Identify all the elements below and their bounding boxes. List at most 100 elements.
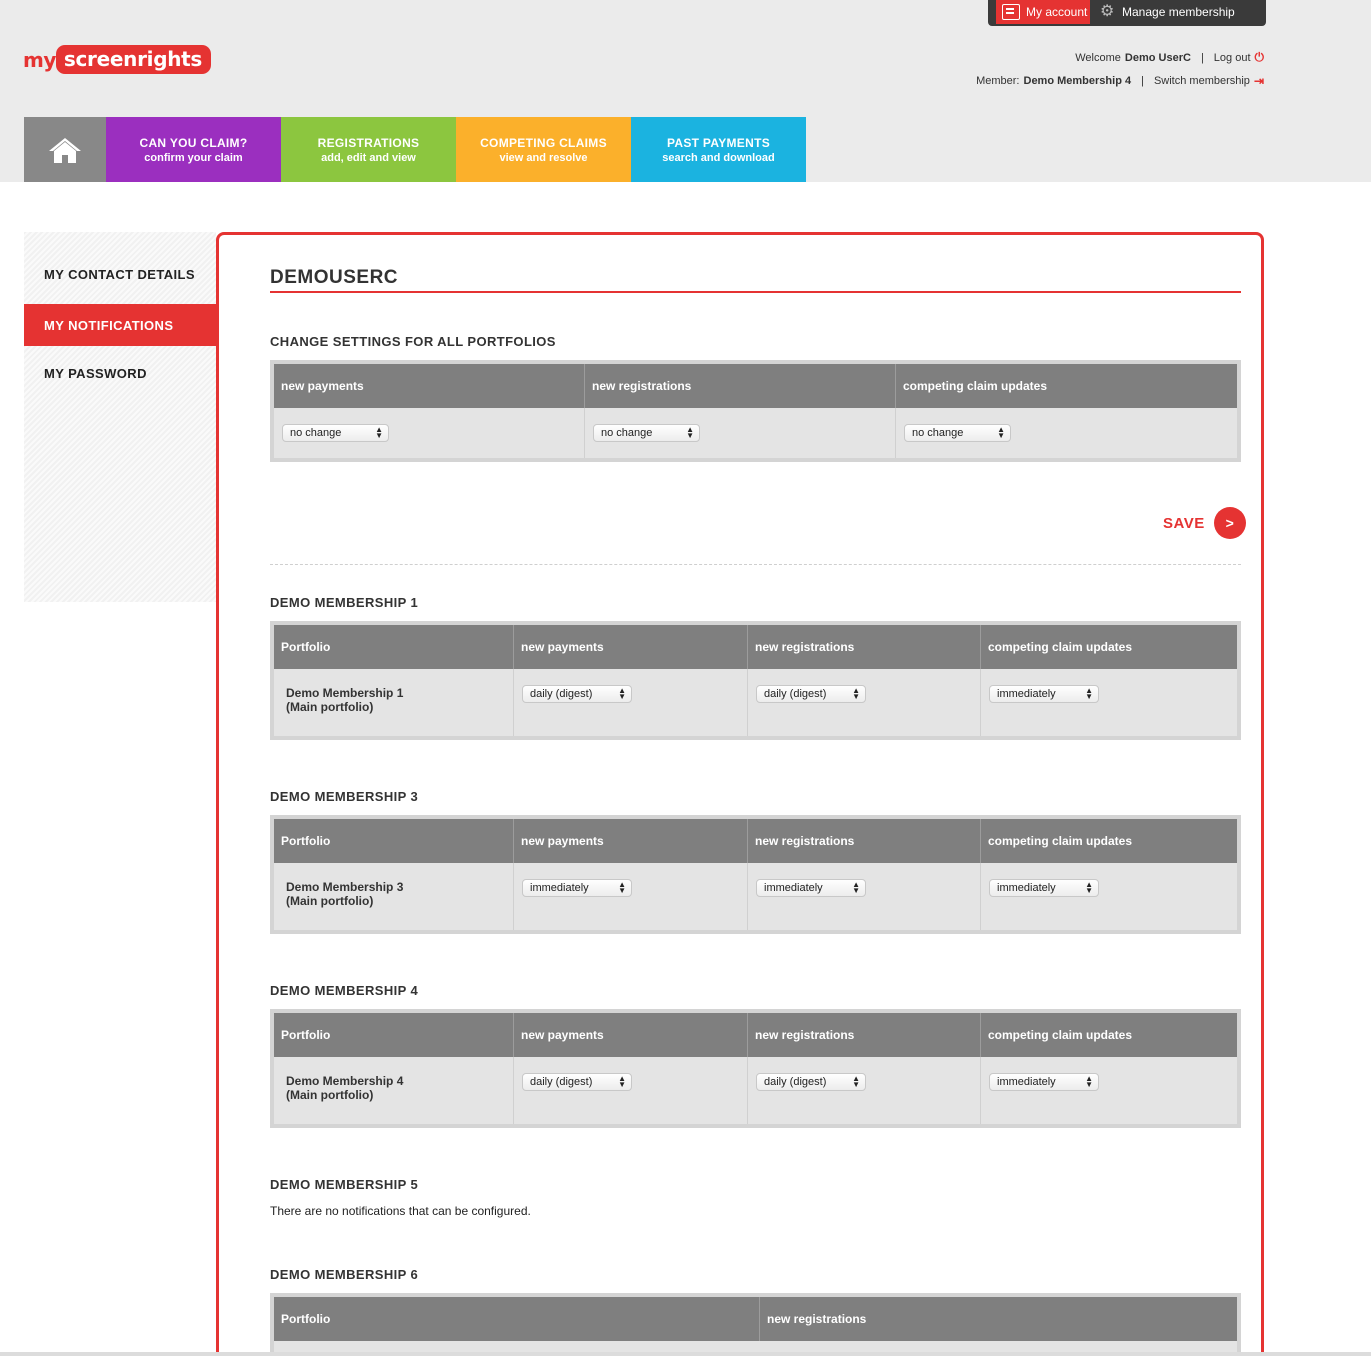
column-header: new payments: [514, 819, 748, 863]
power-icon[interactable]: ⏻: [1255, 50, 1265, 65]
table-cell: immediately ▲ ▼: [748, 863, 981, 930]
select-arrows-icon: ▲ ▼: [375, 425, 383, 440]
new-registrations-select[interactable]: no change ▲ ▼: [593, 424, 700, 442]
select-value: daily (digest): [530, 688, 593, 700]
select-arrows-icon: ▲ ▼: [852, 880, 860, 895]
new-payments-select[interactable]: daily (digest) ▲ ▼: [522, 1073, 632, 1091]
select-arrows-icon: ▲ ▼: [997, 425, 1005, 440]
sidebar-item-password[interactable]: MY PASSWORD: [24, 352, 216, 394]
select-arrows-icon: ▲ ▼: [686, 425, 694, 440]
section-title-membership: DEMO MEMBERSHIP 3: [270, 789, 419, 804]
logo[interactable]: my screenrights: [23, 44, 212, 75]
section-title-membership: DEMO MEMBERSHIP 5: [270, 1177, 419, 1192]
competing-claim-updates-select[interactable]: no change ▲ ▼: [904, 424, 1011, 442]
sidebar-item-label: MY PASSWORD: [44, 365, 147, 381]
save-button[interactable]: >: [1213, 507, 1246, 539]
tab-can-you-claim[interactable]: CAN YOU CLAIM? confirm your claim: [106, 117, 281, 182]
tab-title: REGISTRATIONS: [317, 135, 420, 150]
select-arrows-icon: ▲ ▼: [852, 1074, 860, 1089]
arrow-right-icon: >: [1225, 515, 1234, 531]
tab-competing-claims[interactable]: COMPETING CLAIMS view and resolve: [456, 117, 631, 182]
competing-claim-updates-select[interactable]: immediately ▲ ▼: [989, 879, 1099, 897]
divider: |: [1200, 51, 1204, 64]
page: My account ⚙ Manage membership my screen…: [0, 0, 1371, 1356]
table-header-row: Portfolio new payments new registrations…: [274, 625, 1237, 669]
select-value: no change: [290, 427, 342, 439]
column-header: competing claim updates: [988, 640, 1133, 654]
home-icon: [49, 137, 81, 163]
select-value: no change: [912, 427, 964, 439]
portfolio-name: Demo Membership 1: [286, 686, 404, 700]
logout-link[interactable]: Log out: [1214, 52, 1251, 64]
member-label: Member:: [976, 75, 1020, 87]
select-value: no change: [601, 427, 653, 439]
section-title-membership: DEMO MEMBERSHIP 4: [270, 983, 419, 998]
select-arrows-icon: ▲ ▼: [852, 686, 860, 701]
save-label[interactable]: SAVE: [1163, 515, 1205, 532]
column-header: Portfolio: [274, 1013, 514, 1057]
account-card-icon: [1002, 4, 1020, 20]
column-header: Portfolio: [274, 625, 514, 669]
tab-title: COMPETING CLAIMS: [480, 135, 607, 150]
tab-subtitle: search and download: [662, 151, 775, 164]
welcome-line: Welcome Demo UserC | Log out ⏻: [1075, 50, 1264, 65]
select-value: daily (digest): [530, 1076, 593, 1088]
table-cell: daily (digest) ▲ ▼: [748, 1057, 981, 1124]
table-cell: no change ▲ ▼: [585, 408, 896, 458]
my-account-button[interactable]: My account: [996, 0, 1090, 24]
new-registrations-select[interactable]: daily (digest) ▲ ▼: [756, 1073, 866, 1091]
tab-registrations[interactable]: REGISTRATIONS add, edit and view: [281, 117, 456, 182]
divider: |: [1141, 75, 1144, 87]
gear-icon: ⚙: [1100, 3, 1115, 20]
table-cell: no change ▲ ▼: [274, 408, 585, 458]
column-header: new registrations: [767, 1312, 867, 1326]
select-arrows-icon: ▲ ▼: [1085, 880, 1093, 895]
manage-membership-button[interactable]: ⚙ Manage membership: [1100, 0, 1260, 24]
manage-membership-label: Manage membership: [1122, 5, 1235, 19]
table-row: Demo Membership 1 (Main portfolio) daily…: [274, 669, 1237, 736]
membership-table: Portfolio new payments new registrations…: [270, 621, 1241, 740]
select-value: immediately: [997, 882, 1056, 894]
table-row: Demo Membership 3 (Main portfolio) immed…: [274, 863, 1237, 930]
competing-claim-updates-select[interactable]: immediately ▲ ▼: [989, 1073, 1099, 1091]
new-registrations-select[interactable]: daily (digest) ▲ ▼: [756, 685, 866, 703]
select-value: immediately: [997, 688, 1056, 700]
page-title: DEMOUSERC: [270, 267, 399, 288]
window-bottom-edge: [0, 1352, 1371, 1356]
header: My account ⚙ Manage membership my screen…: [0, 0, 1371, 182]
switch-membership-link[interactable]: Switch membership: [1154, 75, 1250, 87]
new-payments-select[interactable]: daily (digest) ▲ ▼: [522, 685, 632, 703]
select-value: daily (digest): [764, 1076, 827, 1088]
select-value: daily (digest): [764, 688, 827, 700]
select-arrows-icon: ▲ ▼: [618, 686, 626, 701]
sidebar-item-contact-details[interactable]: MY CONTACT DETAILS: [24, 253, 216, 295]
member-name: Demo Membership 4: [1023, 75, 1132, 87]
section-divider: [270, 564, 1241, 565]
tab-title: PAST PAYMENTS: [666, 135, 771, 150]
logo-my: my: [23, 47, 56, 72]
tab-past-payments[interactable]: PAST PAYMENTS search and download: [631, 117, 806, 182]
save-action[interactable]: SAVE >: [1163, 507, 1246, 539]
new-registrations-select[interactable]: immediately ▲ ▼: [756, 879, 866, 897]
select-arrows-icon: ▲ ▼: [1085, 1074, 1093, 1089]
switch-icon[interactable]: ⇥: [1254, 74, 1264, 88]
table-cell: daily (digest) ▲ ▼: [748, 669, 981, 736]
user-name: Demo UserC: [1124, 51, 1191, 64]
new-payments-select[interactable]: immediately ▲ ▼: [522, 879, 632, 897]
column-header: new registrations: [748, 1013, 981, 1057]
all-portfolios-table: new payments new registrations competing…: [270, 360, 1241, 462]
column-header: new payments: [514, 625, 748, 669]
column-header: new payments: [274, 364, 585, 408]
sidebar-item-notifications[interactable]: MY NOTIFICATIONS: [24, 304, 242, 346]
competing-claim-updates-select[interactable]: immediately ▲ ▼: [989, 685, 1099, 703]
select-value: immediately: [997, 1076, 1056, 1088]
select-arrows-icon: ▲ ▼: [618, 880, 626, 895]
tab-subtitle: add, edit and view: [321, 151, 416, 164]
logo-screenrights: screenrights: [55, 45, 212, 74]
home-tab[interactable]: [24, 117, 106, 182]
table-header-row: Portfolio new payments new registrations…: [274, 819, 1237, 863]
membership-table: Portfolio new registrations: [270, 1293, 1241, 1356]
new-payments-select[interactable]: no change ▲ ▼: [282, 424, 389, 442]
welcome-label: Welcome: [1075, 51, 1121, 64]
portfolio-cell: Demo Membership 1 (Main portfolio): [274, 669, 514, 736]
